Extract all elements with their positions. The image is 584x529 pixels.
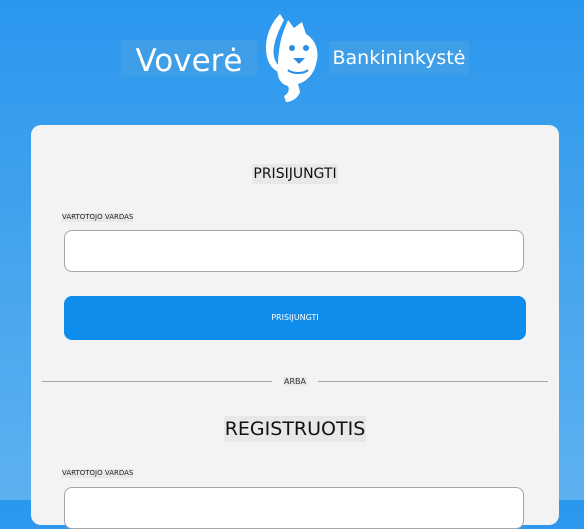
register-section-title: REGISTRUOTIS [31, 416, 559, 442]
login-username-label: VARTOTOJO VARDAS [62, 213, 134, 222]
register-username-input[interactable] [64, 487, 524, 529]
login-username-input[interactable] [64, 230, 524, 272]
register-title-text: REGISTRUOTIS [223, 416, 367, 442]
or-divider-text: ARBA [283, 377, 307, 386]
brand-name-left: Voverė [121, 40, 257, 79]
squirrel-logo-icon [266, 14, 318, 102]
auth-card: PRISIJUNGTI VARTOTOJO VARDAS PRISIJUNGTI… [31, 125, 559, 529]
divider-line-right [318, 381, 548, 382]
divider-line-left [42, 381, 272, 382]
login-title-text: PRISIJUNGTI [252, 164, 338, 184]
register-username-label: VARTOTOJO VARDAS [62, 469, 134, 478]
or-divider: ARBA [279, 377, 311, 387]
login-button[interactable]: PRISIJUNGTI [64, 296, 526, 340]
login-section-title: PRISIJUNGTI [31, 163, 559, 184]
brand-name-right: Bankininkystė [329, 41, 469, 75]
